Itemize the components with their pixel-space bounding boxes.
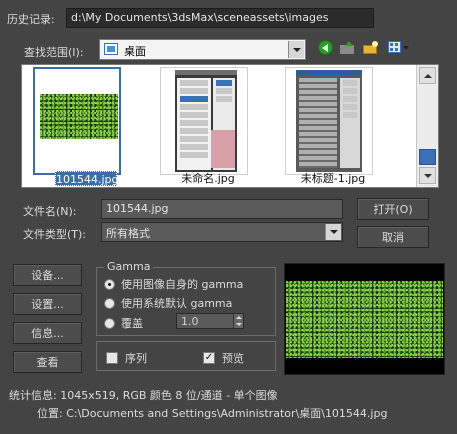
gamma-option-label: 覆盖 [121,317,143,330]
gamma-override-value: 1.0 [181,315,199,328]
thumbnail-caption-2: 未命名.jpg [181,172,235,185]
gamma-title: Gamma [104,260,154,273]
back-icon[interactable] [318,40,333,55]
thumbnail-untitled-1[interactable] [285,67,373,175]
preview-label: 预览 [222,352,244,365]
up-folder-icon[interactable] [340,41,356,55]
spinner-up-icon[interactable] [233,314,243,321]
filename-input[interactable]: 101544.jpg [101,199,343,219]
radio-icon [104,297,115,309]
gamma-option-override[interactable]: 覆盖 [104,315,143,331]
view-menu-icon[interactable] [388,41,410,55]
chevron-down-icon[interactable] [288,41,304,58]
chevron-down-icon [423,173,432,178]
preview-checkbox[interactable]: ✓ 预览 [203,350,244,366]
view-button[interactable]: 查看 [13,351,82,373]
gamma-override-spinner[interactable]: 1.0 [176,313,244,329]
thumbnail-caption-3: 未标题-1.jpg [300,172,366,185]
thumbnail-caption-1: 101544.jpg [55,171,119,186]
radio-icon [104,317,115,329]
gamma-option-system[interactable]: 使用系统默认 gamma [104,295,232,311]
stats-line: 统计信息: 1045x519, RGB 颜色 8 位/通道 - 单个图像 [9,387,278,403]
spinner-down-icon[interactable] [233,321,243,328]
filetype-select[interactable]: 所有格式 [101,222,343,242]
scroll-up-button[interactable] [419,67,436,84]
chevron-down-icon[interactable] [325,224,341,240]
thumbnail-101544[interactable] [33,67,121,175]
sequence-label: 序列 [125,352,147,365]
filename-label: 文件名(N): [23,205,77,218]
grass-thumbnail-image [40,94,118,139]
lookin-value: 桌面 [124,45,146,58]
settings-button[interactable]: 设置... [13,293,82,315]
filetype-label: 文件类型(T): [23,228,87,241]
new-folder-icon[interactable] [363,41,379,55]
location-line: 位置: C:\Documents and Settings\Administra… [37,405,387,421]
desktop-icon [104,43,118,55]
preview-pane [284,263,445,375]
checkmark-icon: ✓ [203,352,215,364]
sequence-checkbox[interactable]: 序列 [106,350,147,366]
gamma-option-label: 使用图像自身的 gamma [121,278,244,291]
history-label: 历史记录: [7,13,55,26]
open-button[interactable]: 打开(O) [357,198,429,220]
filename-value: 101544.jpg [106,202,169,215]
location-label: 位置: [37,407,63,420]
screenshot-thumbnail-image [175,70,237,172]
lookin-label: 查找范围(I): [24,46,84,59]
location-value: C:\Documents and Settings\Administrator\… [66,407,388,420]
setup-button[interactable]: 设备... [13,264,82,286]
chevron-up-icon [423,73,432,78]
history-combo[interactable]: d:\My Documents\3dsMax\sceneassets\image… [66,8,374,28]
filetype-value: 所有格式 [106,227,150,240]
lookin-combo[interactable]: 桌面 [99,39,306,60]
stats-value: 1045x519, RGB 颜色 8 位/通道 - 单个图像 [60,389,278,402]
thumbnail-untitled[interactable] [160,67,248,175]
history-path: d:\My Documents\3dsMax\sceneassets\image… [71,11,329,24]
info-button[interactable]: 信息... [13,322,82,344]
cancel-button[interactable]: 取消 [357,226,429,248]
3dsmax-thumbnail-image [296,70,362,172]
gamma-option-image[interactable]: 使用图像自身的 gamma [104,276,243,292]
radio-icon [104,278,115,290]
gamma-option-label: 使用系统默认 gamma [121,297,233,310]
stats-label: 统计信息: [9,389,57,402]
checkbox-icon [106,352,118,364]
scroll-thumb[interactable] [419,149,436,165]
file-list-scrollbar[interactable] [416,65,438,187]
preview-grass-image [286,281,443,358]
scroll-down-button[interactable] [419,167,436,184]
